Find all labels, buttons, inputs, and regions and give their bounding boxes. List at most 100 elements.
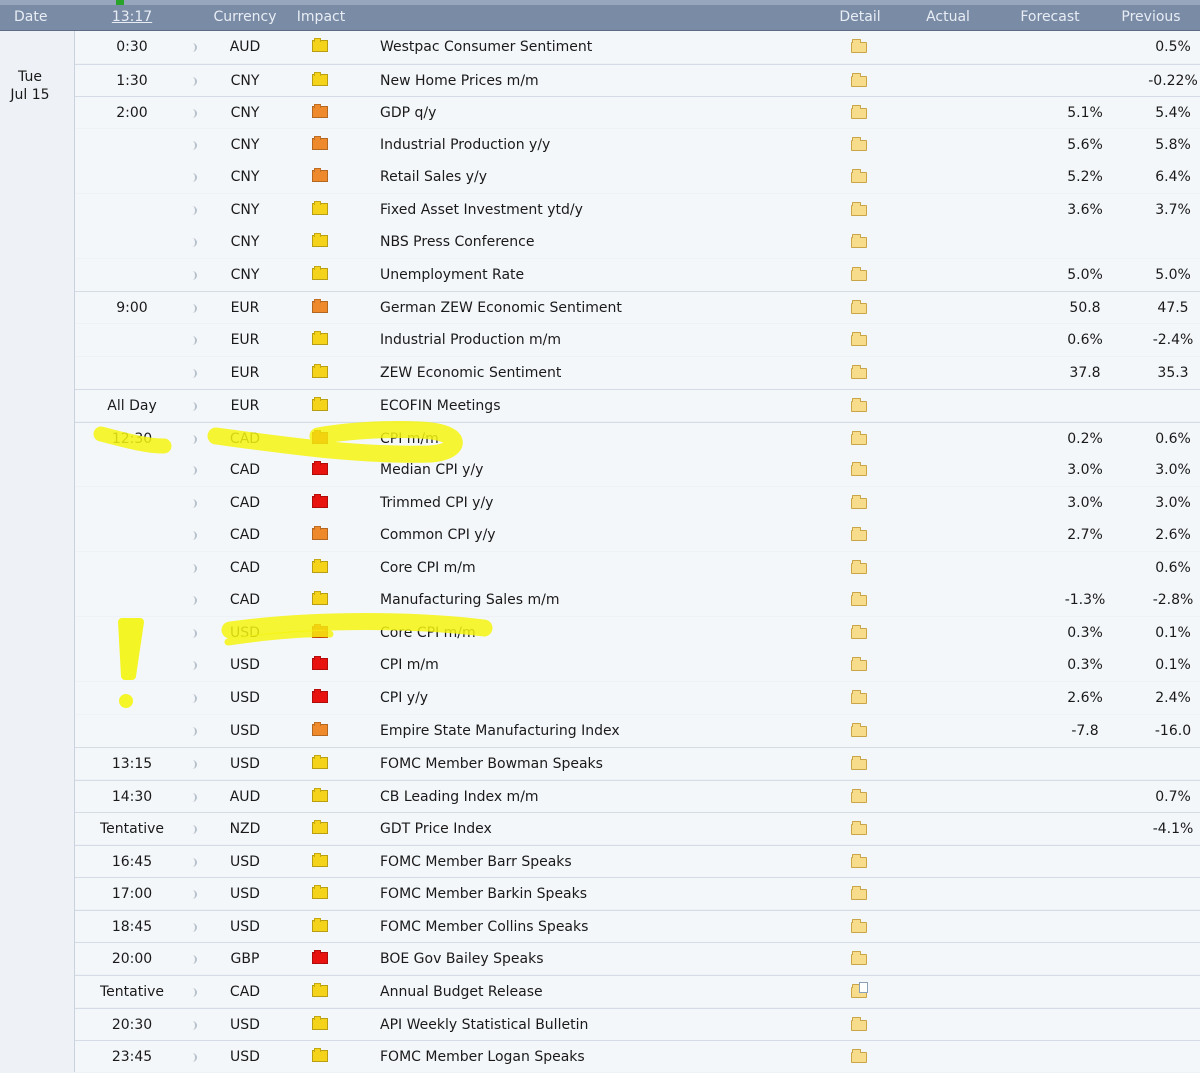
folder-icon[interactable]: [851, 266, 867, 281]
impact-high-icon[interactable]: [312, 623, 328, 638]
sound-alert-icon[interactable]: [192, 368, 197, 378]
impact-low-icon[interactable]: [312, 852, 328, 867]
impact-low-icon[interactable]: [312, 363, 328, 378]
sound-alert-icon[interactable]: [192, 955, 197, 965]
table-row[interactable]: CAD Median CPI y/y 3.0% 3.0%: [75, 454, 1200, 487]
impact-high-icon[interactable]: [312, 429, 328, 444]
table-row[interactable]: 13:15 USD FOMC Member Bowman Speaks: [75, 747, 1200, 780]
event-title[interactable]: CPI y/y: [380, 682, 428, 714]
impact-low-icon[interactable]: [312, 397, 328, 412]
folder-icon[interactable]: [851, 951, 867, 966]
event-title[interactable]: Unemployment Rate: [380, 259, 524, 291]
impact-low-icon[interactable]: [312, 820, 328, 835]
folder-icon[interactable]: [851, 821, 867, 836]
folder-icon[interactable]: [851, 527, 867, 542]
sound-alert-icon[interactable]: [192, 270, 197, 280]
impact-medium-icon[interactable]: [312, 135, 328, 150]
impact-low-icon[interactable]: [312, 1048, 328, 1063]
impact-medium-icon[interactable]: [312, 721, 328, 736]
event-title[interactable]: Annual Budget Release: [380, 976, 543, 1008]
table-row[interactable]: CNY Unemployment Rate 5.0% 5.0%: [75, 258, 1200, 291]
event-title[interactable]: Common CPI y/y: [380, 519, 496, 551]
folder-icon[interactable]: [851, 136, 867, 151]
sound-alert-icon[interactable]: [192, 531, 197, 541]
event-title[interactable]: Trimmed CPI y/y: [380, 487, 493, 519]
folder-icon[interactable]: [851, 657, 867, 672]
event-title[interactable]: FOMC Member Logan Speaks: [380, 1041, 585, 1073]
table-row[interactable]: 20:00 GBP BOE Gov Bailey Speaks: [75, 942, 1200, 975]
event-title[interactable]: German ZEW Economic Sentiment: [380, 292, 622, 324]
folder-icon[interactable]: [851, 886, 867, 901]
table-row[interactable]: USD Core CPI m/m 0.3% 0.1%: [75, 616, 1200, 649]
event-title[interactable]: Retail Sales y/y: [380, 161, 487, 193]
impact-medium-icon[interactable]: [312, 104, 328, 119]
sound-alert-icon[interactable]: [192, 238, 197, 248]
impact-high-icon[interactable]: [312, 493, 328, 508]
table-row[interactable]: 12:30 CAD CPI m/m 0.2% 0.6%: [75, 421, 1200, 454]
table-row[interactable]: Tentative NZD GDT Price Index -4.1%: [75, 812, 1200, 845]
event-title[interactable]: Manufacturing Sales m/m: [380, 584, 560, 616]
event-title[interactable]: Median CPI y/y: [380, 454, 483, 486]
folder-icon[interactable]: [851, 494, 867, 509]
folder-icon[interactable]: [851, 72, 867, 87]
impact-low-icon[interactable]: [312, 265, 328, 280]
event-title[interactable]: FOMC Member Barr Speaks: [380, 846, 572, 878]
table-row[interactable]: CNY NBS Press Conference: [75, 226, 1200, 259]
impact-medium-icon[interactable]: [312, 526, 328, 541]
impact-high-icon[interactable]: [312, 656, 328, 671]
table-row[interactable]: USD CPI y/y 2.6% 2.4%: [75, 682, 1200, 714]
impact-low-icon[interactable]: [312, 982, 328, 997]
event-title[interactable]: GDP q/y: [380, 97, 436, 129]
sound-alert-icon[interactable]: [192, 205, 197, 215]
sound-alert-icon[interactable]: [192, 628, 197, 638]
impact-low-icon[interactable]: [312, 200, 328, 215]
sound-alert-icon[interactable]: [192, 596, 197, 606]
impact-medium-icon[interactable]: [312, 299, 328, 314]
sound-alert-icon[interactable]: [192, 694, 197, 703]
impact-low-icon[interactable]: [312, 885, 328, 900]
table-row[interactable]: 20:30 USD API Weekly Statistical Bulletin: [75, 1007, 1200, 1040]
sound-alert-icon[interactable]: [192, 987, 197, 997]
sound-alert-icon[interactable]: [192, 304, 197, 314]
event-title[interactable]: FOMC Member Barkin Speaks: [380, 878, 587, 910]
folder-icon[interactable]: [851, 690, 867, 704]
table-row[interactable]: 14:30 AUD CB Leading Index m/m 0.7%: [75, 779, 1200, 812]
folder-icon[interactable]: [851, 201, 867, 216]
impact-low-icon[interactable]: [312, 71, 328, 86]
event-title[interactable]: Core CPI m/m: [380, 617, 476, 649]
sound-alert-icon[interactable]: [192, 466, 197, 476]
event-title[interactable]: GDT Price Index: [380, 813, 492, 845]
sound-alert-icon[interactable]: [192, 857, 197, 867]
sound-alert-icon[interactable]: [192, 726, 197, 736]
sound-alert-icon[interactable]: [192, 890, 197, 900]
sound-alert-icon[interactable]: [192, 402, 197, 412]
impact-low-icon[interactable]: [312, 1015, 328, 1030]
table-row[interactable]: CAD Trimmed CPI y/y 3.0% 3.0%: [75, 486, 1200, 519]
sound-alert-icon[interactable]: [192, 1053, 197, 1063]
event-title[interactable]: Core CPI m/m: [380, 552, 476, 584]
table-row[interactable]: CAD Core CPI m/m 0.6%: [75, 551, 1200, 584]
sound-alert-icon[interactable]: [192, 792, 197, 802]
folder-icon[interactable]: [851, 398, 867, 413]
table-row[interactable]: 2:00 CNY GDP q/y 5.1% 5.4%: [75, 96, 1200, 129]
table-row[interactable]: All Day EUR ECOFIN Meetings: [75, 389, 1200, 422]
table-row[interactable]: CNY Retail Sales y/y 5.2% 6.4%: [75, 161, 1200, 194]
folder-icon[interactable]: [851, 169, 867, 184]
folder-icon[interactable]: [851, 39, 867, 53]
sound-alert-icon[interactable]: [192, 563, 197, 573]
sound-alert-icon[interactable]: [192, 922, 197, 932]
folder-doc-icon[interactable]: [851, 981, 868, 998]
event-title[interactable]: FOMC Member Bowman Speaks: [380, 748, 603, 780]
sound-alert-icon[interactable]: [192, 109, 197, 119]
table-row[interactable]: EUR Industrial Production m/m 0.6% -2.4%: [75, 323, 1200, 356]
table-row[interactable]: 1:30 CNY New Home Prices m/m -0.22%: [75, 63, 1200, 96]
table-row[interactable]: CAD Manufacturing Sales m/m -1.3% -2.8%: [75, 584, 1200, 617]
folder-icon[interactable]: [851, 592, 867, 607]
folder-icon[interactable]: [851, 364, 867, 379]
folder-icon[interactable]: [851, 624, 867, 639]
folder-icon[interactable]: [851, 788, 867, 803]
event-title[interactable]: CPI m/m: [380, 649, 439, 681]
sound-alert-icon[interactable]: [192, 1020, 197, 1030]
impact-low-icon[interactable]: [312, 787, 328, 802]
folder-icon[interactable]: [851, 331, 867, 346]
